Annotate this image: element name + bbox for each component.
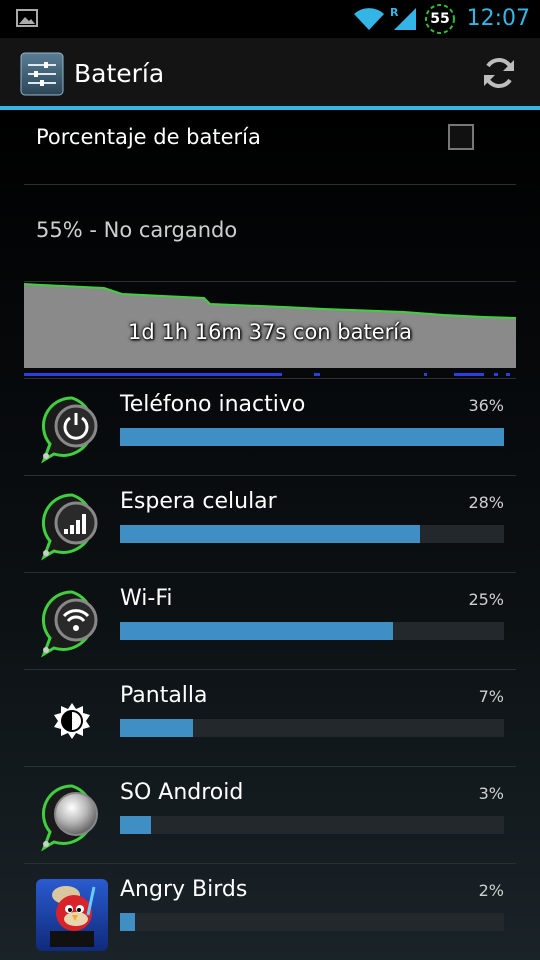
usage-item-percent: 7%: [478, 687, 504, 706]
battery-percentage-label: Porcentaje de batería: [36, 125, 261, 149]
usage-item-name: Pantalla: [120, 683, 208, 708]
battery-percentage-preference[interactable]: Porcentaje de batería: [24, 110, 516, 206]
cell-signal-icon: [41, 493, 98, 561]
battery-percentage-checkbox[interactable]: [448, 124, 474, 150]
usage-bar-fill: [120, 816, 151, 834]
usage-item-percent: 28%: [468, 493, 504, 512]
usage-bar-track: [120, 816, 504, 834]
usage-item-screen[interactable]: Pantalla 7%: [0, 669, 540, 766]
usage-bar-track: [120, 719, 504, 737]
usage-item-cell-standby[interactable]: Espera celular 28%: [0, 475, 540, 572]
roaming-indicator: R: [390, 6, 399, 19]
usage-item-percent: 2%: [478, 881, 504, 900]
status-bar: R 55 12:07: [0, 0, 540, 38]
battery-content: Porcentaje de batería 55% - No cargando …: [0, 110, 540, 960]
usage-item-android-os[interactable]: SO Android 3%: [0, 766, 540, 863]
page-title: Batería: [74, 59, 165, 88]
battery-duration-label: 1d 1h 16m 37s con batería: [128, 320, 412, 344]
usage-bar-track: [120, 525, 504, 543]
usage-item-name: SO Android: [120, 780, 244, 805]
usage-bar-fill: [120, 719, 193, 737]
usage-item-percent: 25%: [468, 590, 504, 609]
battery-level-text: 55: [430, 11, 450, 27]
power-icon: [41, 396, 98, 464]
usage-item-name: Wi-Fi: [120, 586, 173, 611]
usage-bar-track: [120, 428, 504, 446]
cell-signal-status-icon: R: [390, 6, 416, 30]
settings-icon[interactable]: [20, 52, 64, 96]
usage-item-percent: 3%: [478, 784, 504, 803]
wifi-status-icon: [354, 8, 384, 30]
usage-item-wifi[interactable]: Wi-Fi 25%: [0, 572, 540, 669]
divider: [24, 184, 516, 185]
android-os-icon: [41, 784, 98, 852]
gallery-notification-icon: [16, 9, 38, 27]
usage-bar-track: [120, 913, 504, 931]
battery-status-text: 55% - No cargando: [36, 218, 238, 242]
usage-bar-fill: [120, 913, 136, 931]
angry-birds-icon: [36, 879, 108, 951]
usage-bar-fill: [120, 428, 504, 446]
usage-item-name: Teléfono inactivo: [120, 392, 306, 417]
usage-item-phone-idle[interactable]: Teléfono inactivo 36%: [0, 378, 540, 475]
usage-bar-track: [120, 622, 504, 640]
usage-item-percent: 36%: [468, 396, 504, 415]
usage-bar-fill: [120, 622, 393, 640]
wifi-icon: [41, 590, 98, 658]
usage-item-name: Espera celular: [120, 489, 277, 514]
refresh-icon[interactable]: [480, 54, 518, 92]
action-bar: Batería: [0, 38, 540, 106]
usage-item-name: Angry Birds: [120, 877, 248, 902]
usage-bar-fill: [120, 525, 420, 543]
usage-item-angry-birds[interactable]: Angry Birds 2%: [0, 863, 540, 960]
clock: 12:07: [466, 6, 530, 31]
brightness-icon: [54, 703, 90, 739]
